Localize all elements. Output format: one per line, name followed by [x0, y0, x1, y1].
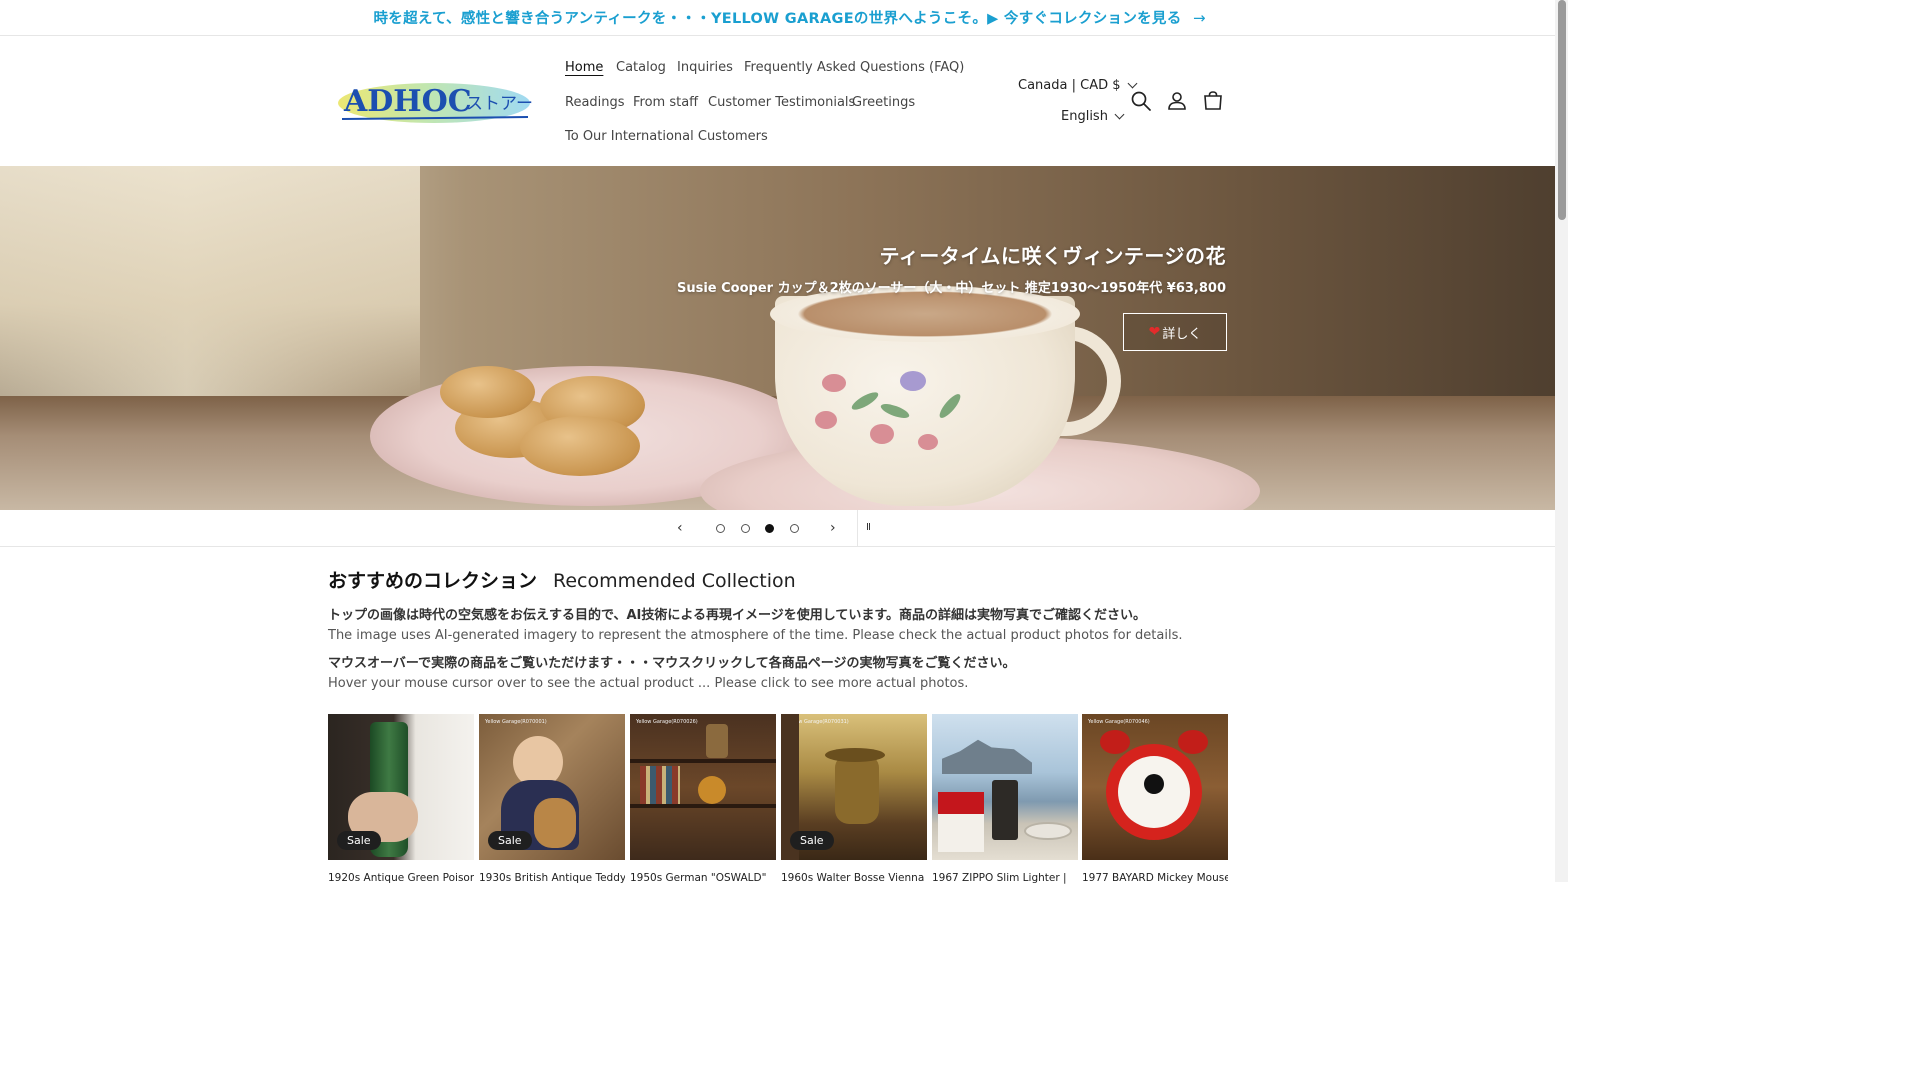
heart-icon: ❤ [1148, 324, 1161, 340]
product-title[interactable]: 1920s Antique Green Poison [328, 872, 474, 884]
section-title-jp: おすすめのコレクション [328, 570, 538, 592]
product-image[interactable]: Yellow Garage(R070001) Sale [479, 714, 625, 860]
country-selector[interactable]: Canada | CAD $ [1018, 78, 1137, 93]
cart-icon[interactable] [1202, 90, 1224, 112]
product-card[interactable]: Yellow Garage(R070031) Sale 1960s Walter… [781, 714, 927, 884]
product-image[interactable]: Sale [328, 714, 474, 860]
product-card[interactable]: Yellow Garage(R070026) 1950s German "OSW… [630, 714, 776, 884]
cup-flower [900, 371, 926, 391]
announcement-bar[interactable]: 時を超えて、感性と響き合うアンティークを・・・YELLOW GARAGEの世界へ… [0, 0, 1555, 36]
clock-bell [1100, 730, 1130, 754]
nav-from-staff[interactable]: From staff [633, 95, 698, 110]
image-watermark: Yellow Garage(R070026) [636, 719, 698, 725]
nav-home[interactable]: Home [565, 60, 603, 75]
pause-button[interactable]: II [866, 522, 871, 533]
product-card[interactable]: 1967 ZIPPO Slim Lighter | [932, 714, 1078, 884]
announcement-text[interactable]: 時を超えて、感性と響き合うアンティークを・・・YELLOW GARAGEの世界へ… [373, 7, 1181, 28]
slider-controls: ‹ › II [0, 510, 1555, 547]
hero-details-button[interactable]: ❤ 詳しく [1123, 313, 1227, 351]
chevron-down-icon [1127, 78, 1137, 89]
hero-button-label: 詳しく [1162, 326, 1202, 342]
svg-text:ストアー: ストアー [466, 94, 532, 114]
oswald-figure [698, 776, 726, 804]
next-slide-button[interactable]: › [830, 520, 836, 536]
slide-dot-3[interactable] [765, 524, 774, 533]
section-title: おすすめのコレクション Recommended Collection [328, 566, 796, 593]
cookie [440, 366, 535, 418]
description-line: The image uses AI-generated imagery to r… [328, 628, 1183, 643]
cup-flower [870, 424, 894, 444]
cup-flower [822, 374, 846, 392]
sale-badge: Sale [790, 831, 834, 850]
language-selector[interactable]: English [1061, 109, 1125, 124]
product-title[interactable]: 1977 BAYARD Mickey Mouse [1082, 872, 1228, 884]
product-title[interactable]: 1950s German "OSWALD" [630, 872, 776, 884]
product-image[interactable] [932, 714, 1078, 860]
previous-slide-button[interactable]: ‹ [677, 520, 683, 536]
mickey-figure [1144, 774, 1164, 794]
site-header: ADHOC ストアー Home Catalog Inquiries Freque… [0, 37, 1555, 166]
account-icon[interactable] [1166, 90, 1188, 112]
nav-readings[interactable]: Readings [565, 95, 625, 110]
product-image[interactable]: Yellow Garage(R070046) [1082, 714, 1228, 860]
bronze-figure [835, 754, 879, 824]
country-label: Canada | CAD $ [1018, 78, 1121, 93]
arrow-right-icon[interactable]: → [1193, 9, 1206, 27]
product-card[interactable]: Yellow Garage(R070046) 1977 BAYARD Micke… [1082, 714, 1228, 884]
logo-graphic: ADHOC ストアー [338, 83, 533, 123]
svg-text:ADHOC: ADHOC [343, 84, 472, 119]
search-icon[interactable] [1130, 90, 1152, 112]
product-title[interactable]: 1967 ZIPPO Slim Lighter | [932, 872, 1078, 884]
shelf-item [706, 724, 728, 758]
marlboro-pack [938, 792, 984, 852]
zippo-lighter [992, 780, 1018, 840]
nav-inquiries[interactable]: Inquiries [677, 60, 733, 75]
hero-window-light [0, 166, 420, 396]
section-title-en: Recommended Collection [553, 570, 796, 592]
nav-catalog[interactable]: Catalog [616, 60, 666, 75]
product-image[interactable]: Yellow Garage(R070026) [630, 714, 776, 860]
shelf [630, 759, 776, 763]
nav-faq[interactable]: Frequently Asked Questions (FAQ) [744, 60, 964, 75]
product-card[interactable]: Sale 1920s Antique Green Poison [328, 714, 474, 884]
sale-badge: Sale [488, 831, 532, 850]
product-grid: Sale 1920s Antique Green Poison Yellow G… [328, 714, 1228, 884]
slide-dot-4[interactable] [790, 524, 799, 533]
image-watermark: Yellow Garage(R070046) [1088, 719, 1150, 725]
product-card[interactable]: Yellow Garage(R070001) Sale 1930s Britis… [479, 714, 625, 884]
product-title[interactable]: 1930s British Antique Teddy [479, 872, 625, 884]
description-line: マウスオーバーで実際の商品をご覧いただけます・・・マウスクリックして各商品ページ… [328, 656, 1016, 671]
cup-flower [815, 411, 837, 429]
books [640, 766, 680, 804]
teddy-bear [534, 798, 576, 848]
cookie [520, 416, 640, 476]
nav-greetings[interactable]: Greetings [852, 95, 915, 110]
hero-slideshow[interactable]: ティータイムに咲くヴィンテージの花 Susie Cooper カップ＆2枚のソー… [0, 166, 1555, 510]
figure-hat [825, 748, 885, 762]
slide-dot-1[interactable] [716, 524, 725, 533]
nav-testimonials[interactable]: Customer Testimonials [708, 95, 855, 110]
sale-badge: Sale [337, 831, 381, 850]
ashtray [1024, 822, 1072, 840]
nav-international[interactable]: To Our International Customers [565, 129, 768, 144]
clock-bell [1178, 730, 1208, 754]
description-line: トップの画像は時代の空気感をお伝えする目的で、AI技術による再現イメージを使用し… [328, 608, 1147, 623]
product-image[interactable]: Yellow Garage(R070031) Sale [781, 714, 927, 860]
shelf [630, 804, 776, 808]
hero-subtitle: Susie Cooper カップ＆2枚のソーサー（大・中）セット 推定1930〜… [676, 281, 1226, 296]
warship [942, 739, 1032, 774]
store-logo[interactable]: ADHOC ストアー [336, 77, 533, 129]
chevron-down-icon [1114, 109, 1125, 120]
description-line: Hover your mouse cursor over to see the … [328, 676, 969, 691]
product-title[interactable]: 1960s Walter Bosse Vienna [781, 872, 927, 884]
scrollbar-thumb[interactable] [1558, 0, 1566, 220]
image-watermark: Yellow Garage(R070001) [485, 719, 547, 725]
divider [857, 510, 858, 547]
cup-flower [918, 434, 938, 450]
language-label: English [1061, 109, 1108, 124]
hero-title: ティータイムに咲くヴィンテージの花 [879, 244, 1226, 268]
slide-dot-2[interactable] [741, 524, 750, 533]
